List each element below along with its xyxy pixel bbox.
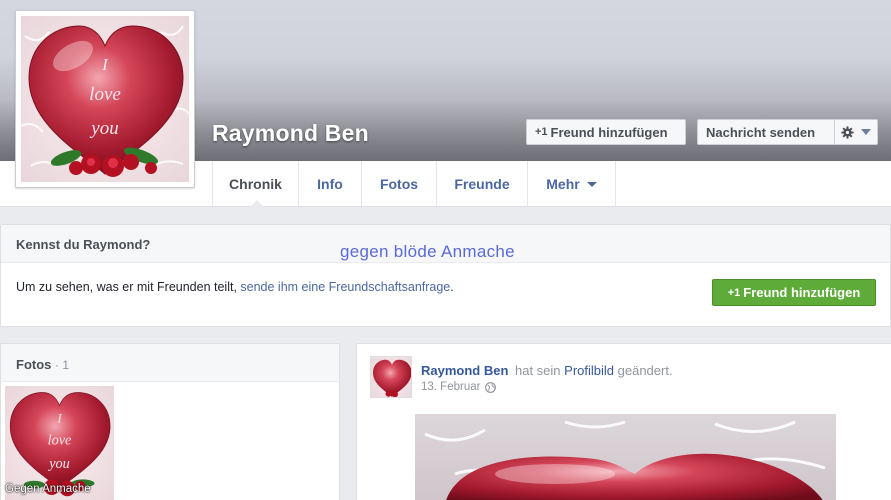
globe-icon bbox=[485, 381, 497, 393]
settings-dropdown-button[interactable] bbox=[834, 119, 878, 145]
watermark-text: gegen blöde Anmache bbox=[340, 242, 515, 261]
heart-image: I love you bbox=[21, 16, 189, 182]
timeline-post: Raymond Ben hat sein Profilbild geändert… bbox=[356, 343, 891, 500]
photos-title[interactable]: Fotos · 1 bbox=[16, 357, 69, 372]
svg-text:you: you bbox=[47, 456, 70, 472]
send-message-label: Nachricht senden bbox=[706, 124, 816, 140]
post-author[interactable]: Raymond Ben bbox=[421, 363, 508, 378]
footer-watermark: Gegen Anmache bbox=[5, 483, 91, 495]
send-message-button[interactable]: Nachricht senden bbox=[697, 119, 835, 145]
tab-freunde[interactable]: Freunde bbox=[437, 161, 528, 206]
heart-image-large bbox=[415, 414, 836, 500]
post-avatar[interactable] bbox=[370, 356, 412, 398]
svg-text:you: you bbox=[89, 118, 118, 139]
post-date-text[interactable]: 13. Februar bbox=[421, 381, 480, 393]
gear-icon bbox=[841, 125, 854, 139]
add-friend-label: Freund hinzufügen bbox=[550, 124, 668, 140]
post-image[interactable] bbox=[415, 414, 836, 500]
svg-text:love: love bbox=[48, 432, 72, 448]
photos-header: Fotos · 1 bbox=[1, 344, 339, 382]
chevron-down-icon bbox=[861, 129, 871, 135]
post-date: 13. Februar bbox=[421, 381, 497, 393]
know-panel: Kennst du Raymond? Um zu sehen, was er m… bbox=[0, 224, 891, 327]
tab-mehr[interactable]: Mehr bbox=[528, 161, 616, 206]
caret-down-icon bbox=[586, 182, 597, 187]
svg-text:love: love bbox=[89, 84, 121, 105]
plus-one-icon: +1 bbox=[727, 286, 741, 299]
profile-name[interactable]: Raymond Ben bbox=[212, 120, 369, 147]
add-friend-green-label: Freund hinzufügen bbox=[743, 285, 861, 300]
add-friend-button-green[interactable]: +1 Freund hinzufügen bbox=[712, 279, 876, 306]
know-text: Um zu sehen, was er mit Freunden teilt, … bbox=[16, 280, 454, 294]
active-tab-indicator bbox=[250, 200, 264, 207]
plus-one-icon: +1 bbox=[535, 126, 548, 138]
tab-fotos[interactable]: Fotos bbox=[362, 161, 437, 206]
photos-count: · 1 bbox=[55, 358, 70, 372]
tab-info[interactable]: Info bbox=[299, 161, 362, 206]
post-action-text: hat sein Profilbild geändert. bbox=[515, 363, 673, 378]
profile-picture[interactable]: I love you bbox=[15, 10, 195, 188]
add-friend-button[interactable]: +1 Freund hinzufügen bbox=[526, 119, 686, 145]
heart-image bbox=[371, 357, 411, 397]
photos-panel: Fotos · 1 I love you bbox=[0, 343, 340, 500]
profile-picture-link[interactable]: Profilbild bbox=[564, 363, 614, 378]
friend-request-link[interactable]: sende ihm eine Freundschaftsanfrage bbox=[240, 280, 450, 294]
tab-mehr-label: Mehr bbox=[546, 175, 580, 192]
know-title: Kennst du Raymond? bbox=[16, 237, 151, 252]
svg-text:I: I bbox=[56, 410, 62, 425]
